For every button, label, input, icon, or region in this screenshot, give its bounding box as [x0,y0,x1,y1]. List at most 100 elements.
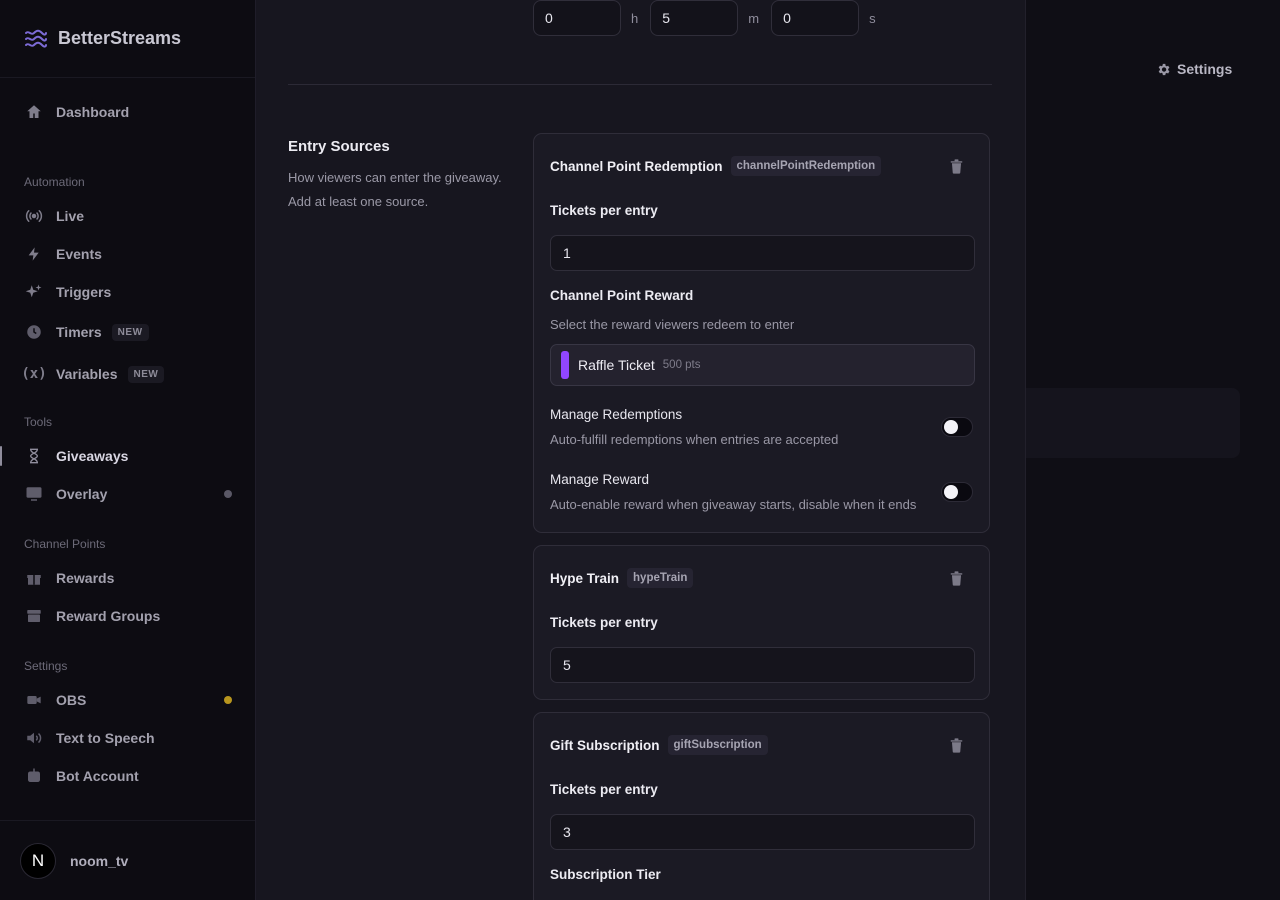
sidebar-item-label: OBS [56,692,87,708]
manage-reward-description: Auto-enable reward when giveaway starts,… [550,497,917,512]
minutes-input[interactable]: 5 [650,0,739,36]
home-icon [24,102,44,122]
logo-icon [25,29,47,48]
sidebar-item-reward-groups[interactable]: Reward Groups [0,597,255,635]
entry-source-card: Channel Point Redemption channelPointRed… [533,133,990,533]
reward-select[interactable]: Raffle Ticket 500 pts [550,344,975,386]
sidebar-item-rewards[interactable]: Rewards [0,559,255,597]
duration-row: 0 h 5 m 0 s [533,0,882,36]
camera-icon [24,690,44,710]
card-title: Hype Train [550,570,620,586]
entry-source-card: Gift Subscription giftSubscription Ticke… [533,712,990,900]
monitor-icon [24,484,44,504]
sidebar-item-label: Triggers [56,284,112,300]
source-type-chip: channelPointRedemption [730,156,882,176]
sidebar-item-giveaways[interactable]: Giveaways [0,437,255,475]
reward-hint: Select the reward viewers redeem to ente… [550,317,795,332]
sidebar-item-label: Events [56,246,102,262]
sidebar-section-automation: Automation [24,175,85,189]
reward-color-swatch [561,351,569,379]
card-header: Channel Point Redemption channelPointRed… [550,156,882,176]
sidebar-section-settings: Settings [24,659,68,673]
sidebar-item-label: Rewards [56,570,115,586]
user-name: noom_tv [70,852,129,869]
manage-reward-toggle[interactable] [941,482,973,502]
sparkles-icon [24,282,44,302]
variable-icon: (x) [21,366,47,382]
manage-redemptions-toggle[interactable] [941,417,973,437]
divider [288,84,992,85]
manage-redemptions-label: Manage Redemptions [550,407,683,422]
sidebar-item-obs[interactable]: OBS [0,681,255,719]
bot-icon [24,766,44,786]
avatar: N [20,842,56,879]
sidebar-item-label: Bot Account [56,768,139,784]
sidebar-item-label: Reward Groups [56,608,161,624]
sidebar-section-channel-points: Channel Points [24,537,106,551]
sidebar-item-timers[interactable]: Timers NEW [0,311,255,353]
new-badge: NEW [111,323,149,341]
speaker-icon [24,728,44,748]
giveaway-editor-panel: 0 h 5 m 0 s Entry Sources How viewers ca… [256,0,1026,900]
trash-icon[interactable] [950,738,963,758]
card-header: Hype Train hypeTrain [550,568,694,588]
sidebar-item-text-to-speech[interactable]: Text to Speech [0,719,255,757]
sidebar-item-label: Timers [56,324,102,340]
user-menu[interactable]: N noom_tv [0,820,255,900]
sidebar-item-label: Text to Speech [56,730,155,746]
trash-icon[interactable] [950,159,963,179]
source-type-chip: giftSubscription [667,735,768,755]
manage-reward-label: Manage Reward [550,472,650,487]
entry-source-card: Hype Train hypeTrain Tickets per entry 5 [533,545,990,700]
reward-name: Raffle Ticket [578,357,655,373]
lightning-icon [24,244,44,264]
settings-label: Settings [1177,61,1233,77]
reward-label: Channel Point Reward [550,288,694,303]
sidebar-item-overlay[interactable]: Overlay [0,475,255,513]
card-header: Gift Subscription giftSubscription [550,735,768,755]
tickets-label: Tickets per entry [550,782,658,797]
tickets-input[interactable]: 3 [550,814,975,850]
tickets-label: Tickets per entry [550,203,658,218]
clock-icon [24,322,44,342]
trash-icon[interactable] [950,571,963,591]
sidebar: BetterStreams Dashboard Automation Live … [0,0,256,900]
brand: BetterStreams [0,0,255,78]
sidebar-item-bot-account[interactable]: Bot Account [0,757,255,795]
gear-icon [1158,63,1170,75]
manage-redemptions-description: Auto-fulfill redemptions when entries ar… [550,432,839,447]
toggle-knob [944,420,958,434]
tickets-label: Tickets per entry [550,615,658,630]
seconds-input[interactable]: 0 [771,0,860,36]
status-dot [224,696,232,704]
hours-input[interactable]: 0 [533,0,621,36]
card-title: Channel Point Redemption [550,158,723,174]
broadcast-icon [24,206,44,226]
toggle-knob [944,485,958,499]
entry-sources-description: How viewers can enter the giveaway. Add … [288,170,502,209]
sidebar-item-label: Giveaways [56,448,129,464]
new-badge: NEW [127,365,165,383]
sidebar-item-variables[interactable]: (x) Variables NEW [0,353,255,395]
gift-icon [24,568,44,588]
hourglass-icon [24,446,44,466]
sidebar-item-dashboard[interactable]: Dashboard [0,93,255,131]
app-name: BetterStreams [58,28,182,48]
sidebar-item-events[interactable]: Events [0,235,255,273]
tickets-input[interactable]: 1 [550,235,975,271]
background-card [1010,388,1240,458]
card-title: Gift Subscription [550,737,660,753]
sidebar-item-triggers[interactable]: Triggers [0,273,255,311]
sidebar-item-label: Live [56,208,85,224]
minutes-unit: m [748,10,760,26]
sidebar-section-tools: Tools [24,415,53,429]
tickets-input[interactable]: 5 [550,647,975,683]
status-dot [224,490,232,498]
sidebar-item-label: Dashboard [56,104,130,120]
seconds-unit: s [869,10,876,26]
settings-link[interactable]: Settings [1156,61,1232,77]
sidebar-item-label: Overlay [56,486,108,502]
archive-icon [24,606,44,626]
sidebar-item-live[interactable]: Live [0,197,255,235]
reward-cost: 500 pts [662,359,701,371]
